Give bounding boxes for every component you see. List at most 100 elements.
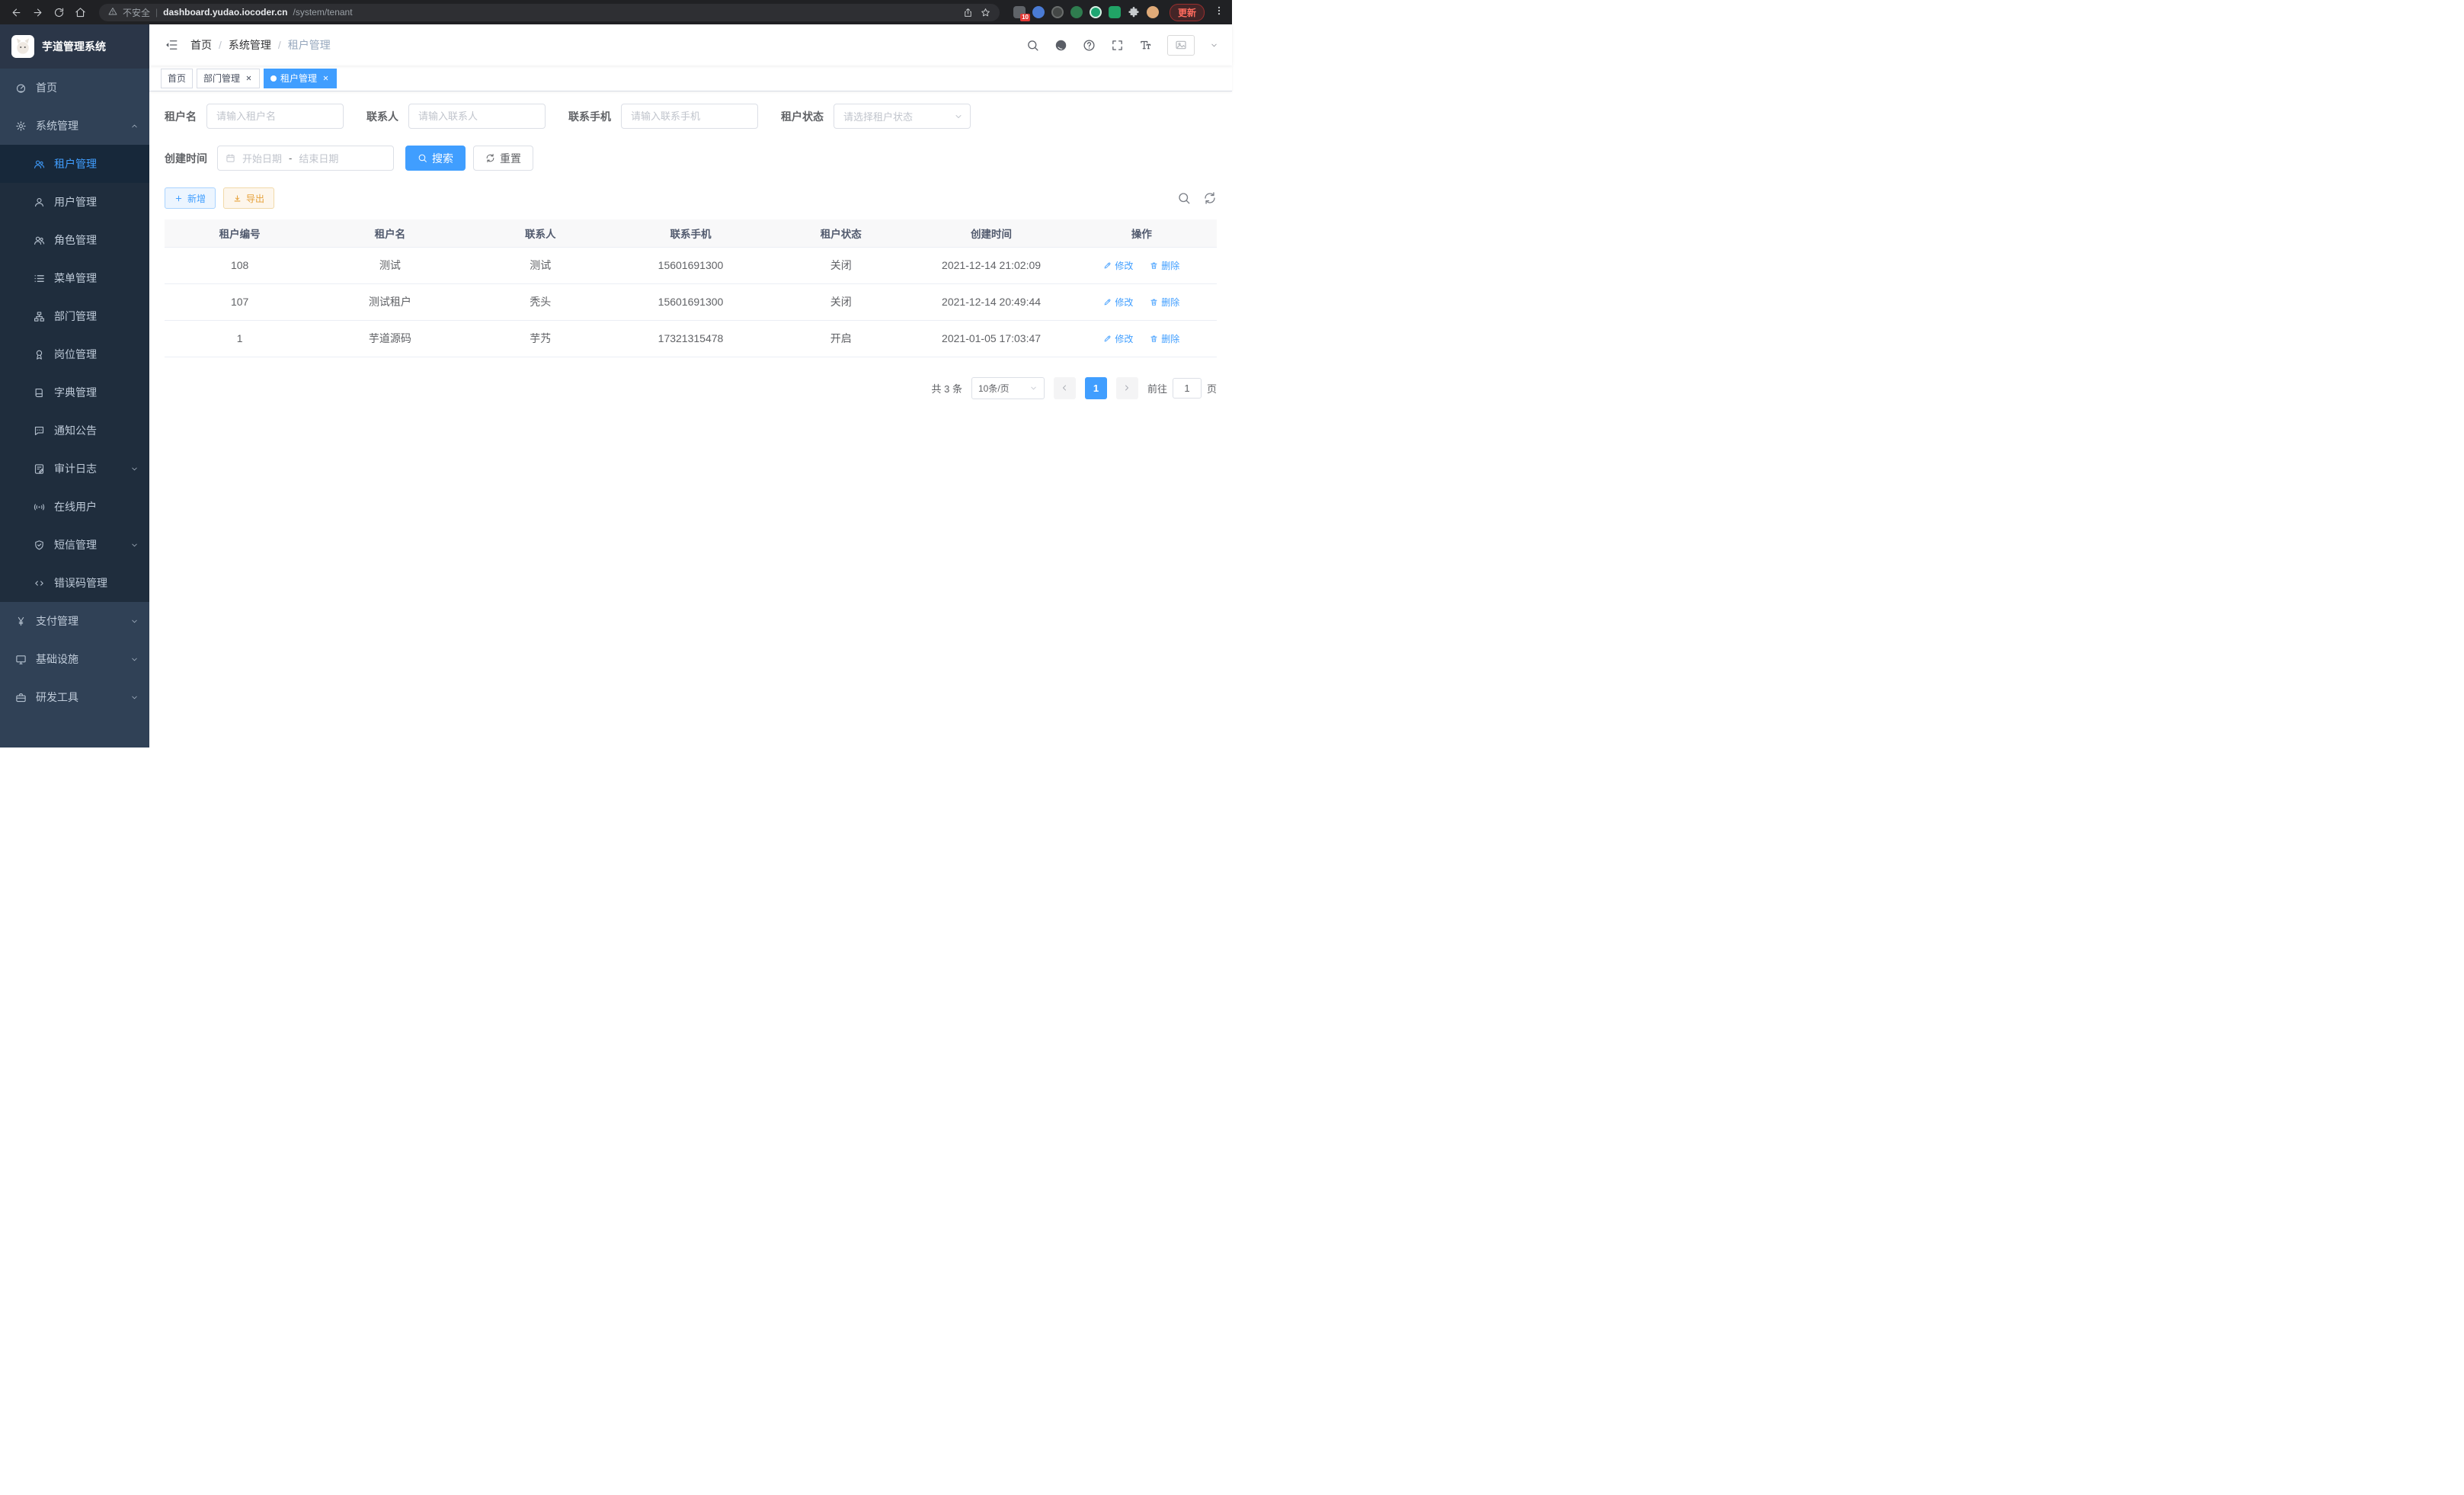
github-icon[interactable] <box>1054 39 1067 52</box>
extension-icon-1[interactable]: 10 <box>1013 6 1026 18</box>
search-toggle-icon[interactable] <box>1177 191 1191 205</box>
sidebar-item-error-code-management[interactable]: 错误码管理 <box>0 564 149 602</box>
date-range-picker[interactable]: 开始日期 - 结束日期 <box>217 146 394 171</box>
sidebar-item-audit-log[interactable]: 审计日志 <box>0 450 149 488</box>
page-size-select[interactable]: 10条/页 <box>971 377 1045 399</box>
phone-label: 联系手机 <box>568 109 611 124</box>
edit-link[interactable]: 修改 <box>1103 296 1133 309</box>
sidebar-item-user-management[interactable]: 用户管理 <box>0 183 149 221</box>
chevron-down-icon <box>130 655 139 664</box>
tab-label: 部门管理 <box>203 72 240 85</box>
logo[interactable]: 芋道管理系统 <box>0 24 149 69</box>
url-domain: dashboard.yudao.iocoder.cn <box>163 7 287 18</box>
breadcrumb-system-management[interactable]: 系统管理 <box>229 37 271 53</box>
breadcrumb-home[interactable]: 首页 <box>190 37 212 53</box>
sidebar-item-online-users[interactable]: 在线用户 <box>0 488 149 526</box>
top-navbar: 首页 / 系统管理 / 租户管理 <box>149 24 1232 66</box>
delete-link[interactable]: 删除 <box>1150 296 1179 309</box>
next-page-button[interactable] <box>1116 377 1138 399</box>
delete-link[interactable]: 删除 <box>1150 332 1179 345</box>
tenant-name-input[interactable] <box>206 104 344 129</box>
logo-image <box>11 35 34 58</box>
sidebar-item-label: 首页 <box>36 80 57 95</box>
add-button[interactable]: 新增 <box>165 187 216 209</box>
goto-page-input[interactable] <box>1173 378 1202 399</box>
sidebar-item-payment-management[interactable]: 支付管理 <box>0 602 149 640</box>
sidebar-item-system-management[interactable]: 系统管理 <box>0 107 149 145</box>
extension-icon-4[interactable] <box>1070 6 1083 18</box>
menu-list-icon <box>34 273 45 284</box>
browser-back-button[interactable] <box>8 4 24 21</box>
browser-home-button[interactable] <box>72 4 88 21</box>
status-select[interactable]: 请选择租户状态 <box>834 104 971 129</box>
sidebar-item-dict-management[interactable]: 字典管理 <box>0 373 149 411</box>
share-icon[interactable] <box>963 8 973 18</box>
page-size-value: 10条/页 <box>978 382 1010 395</box>
browser-forward-button[interactable] <box>29 4 46 21</box>
tab-close-icon[interactable] <box>244 74 253 83</box>
contact-input[interactable] <box>408 104 546 129</box>
sidebar-item-label: 在线用户 <box>54 499 97 514</box>
pencil-icon <box>1103 298 1112 306</box>
sidebar-item-home[interactable]: 首页 <box>0 69 149 107</box>
right-toolbar <box>1177 191 1217 205</box>
edit-link[interactable]: 修改 <box>1103 332 1133 345</box>
user-avatar[interactable] <box>1167 35 1195 56</box>
profile-avatar-icon[interactable] <box>1147 6 1159 18</box>
tenant-users-icon <box>34 158 45 170</box>
page-unit-label: 页 <box>1207 381 1217 395</box>
sidebar-item-dept-management[interactable]: 部门管理 <box>0 297 149 335</box>
tab-close-icon[interactable] <box>321 74 330 83</box>
delete-link[interactable]: 删除 <box>1150 259 1179 272</box>
sidebar-item-label: 系统管理 <box>36 118 78 133</box>
font-size-icon[interactable] <box>1139 39 1152 52</box>
sidebar-item-menu-management[interactable]: 菜单管理 <box>0 259 149 297</box>
tab-tenant-management[interactable]: 租户管理 <box>264 69 337 88</box>
tab-dept-management[interactable]: 部门管理 <box>197 69 260 88</box>
sidebar-toggle-button[interactable] <box>163 37 180 53</box>
avatar-dropdown-caret-icon[interactable] <box>1210 41 1218 50</box>
sidebar-item-label: 基础设施 <box>36 651 78 667</box>
sidebar-item-notice[interactable]: 通知公告 <box>0 411 149 450</box>
help-question-icon[interactable] <box>1083 39 1096 52</box>
pagination-goto: 前往 页 <box>1147 378 1217 399</box>
tab-home[interactable]: 首页 <box>161 69 193 88</box>
edit-link[interactable]: 修改 <box>1103 259 1133 272</box>
cell-tenant-id: 108 <box>165 247 315 283</box>
search-button[interactable]: 搜索 <box>405 146 466 171</box>
post-badge-icon <box>34 349 45 360</box>
address-bar[interactable]: 不安全 | dashboard.yudao.iocoder.cn /system… <box>99 4 1000 21</box>
filter-status: 租户状态 请选择租户状态 <box>781 104 971 129</box>
reset-button[interactable]: 重置 <box>473 146 533 171</box>
sidebar-item-role-management[interactable]: 角色管理 <box>0 221 149 259</box>
extension-icon-6[interactable] <box>1109 6 1121 18</box>
browser-menu-kebab-icon[interactable] <box>1214 5 1224 20</box>
active-tab-dot <box>270 75 277 82</box>
export-button[interactable]: 导出 <box>223 187 274 209</box>
extension-icon-5[interactable] <box>1090 6 1102 18</box>
extension-icon-3[interactable] <box>1051 6 1064 18</box>
extension-icon-2[interactable] <box>1032 6 1045 18</box>
phone-input[interactable] <box>621 104 758 129</box>
org-tree-icon <box>34 311 45 322</box>
extensions-puzzle-icon[interactable] <box>1128 6 1140 18</box>
prev-page-button[interactable] <box>1054 377 1076 399</box>
sidebar-item-dev-tools[interactable]: 研发工具 <box>0 678 149 716</box>
breadcrumb: 首页 / 系统管理 / 租户管理 <box>190 37 331 53</box>
page-number-button[interactable]: 1 <box>1085 377 1107 399</box>
cell-contact: 测试 <box>466 247 616 283</box>
sidebar-item-infrastructure[interactable]: 基础设施 <box>0 640 149 678</box>
sidebar-item-post-management[interactable]: 岗位管理 <box>0 335 149 373</box>
sidebar-item-tenant-management[interactable]: 租户管理 <box>0 145 149 183</box>
chevron-down-icon <box>1029 384 1038 392</box>
edit-label: 修改 <box>1115 332 1133 345</box>
sidebar-item-sms-management[interactable]: 短信管理 <box>0 526 149 564</box>
bookmark-star-icon[interactable] <box>981 8 990 18</box>
search-icon[interactable] <box>1026 39 1039 52</box>
refresh-icon[interactable] <box>1203 191 1217 205</box>
payment-yen-icon <box>15 616 27 627</box>
browser-reload-button[interactable] <box>50 4 67 21</box>
chrome-update-button[interactable]: 更新 <box>1170 4 1205 21</box>
fullscreen-icon[interactable] <box>1111 39 1124 52</box>
cell-tenant-id: 107 <box>165 283 315 320</box>
